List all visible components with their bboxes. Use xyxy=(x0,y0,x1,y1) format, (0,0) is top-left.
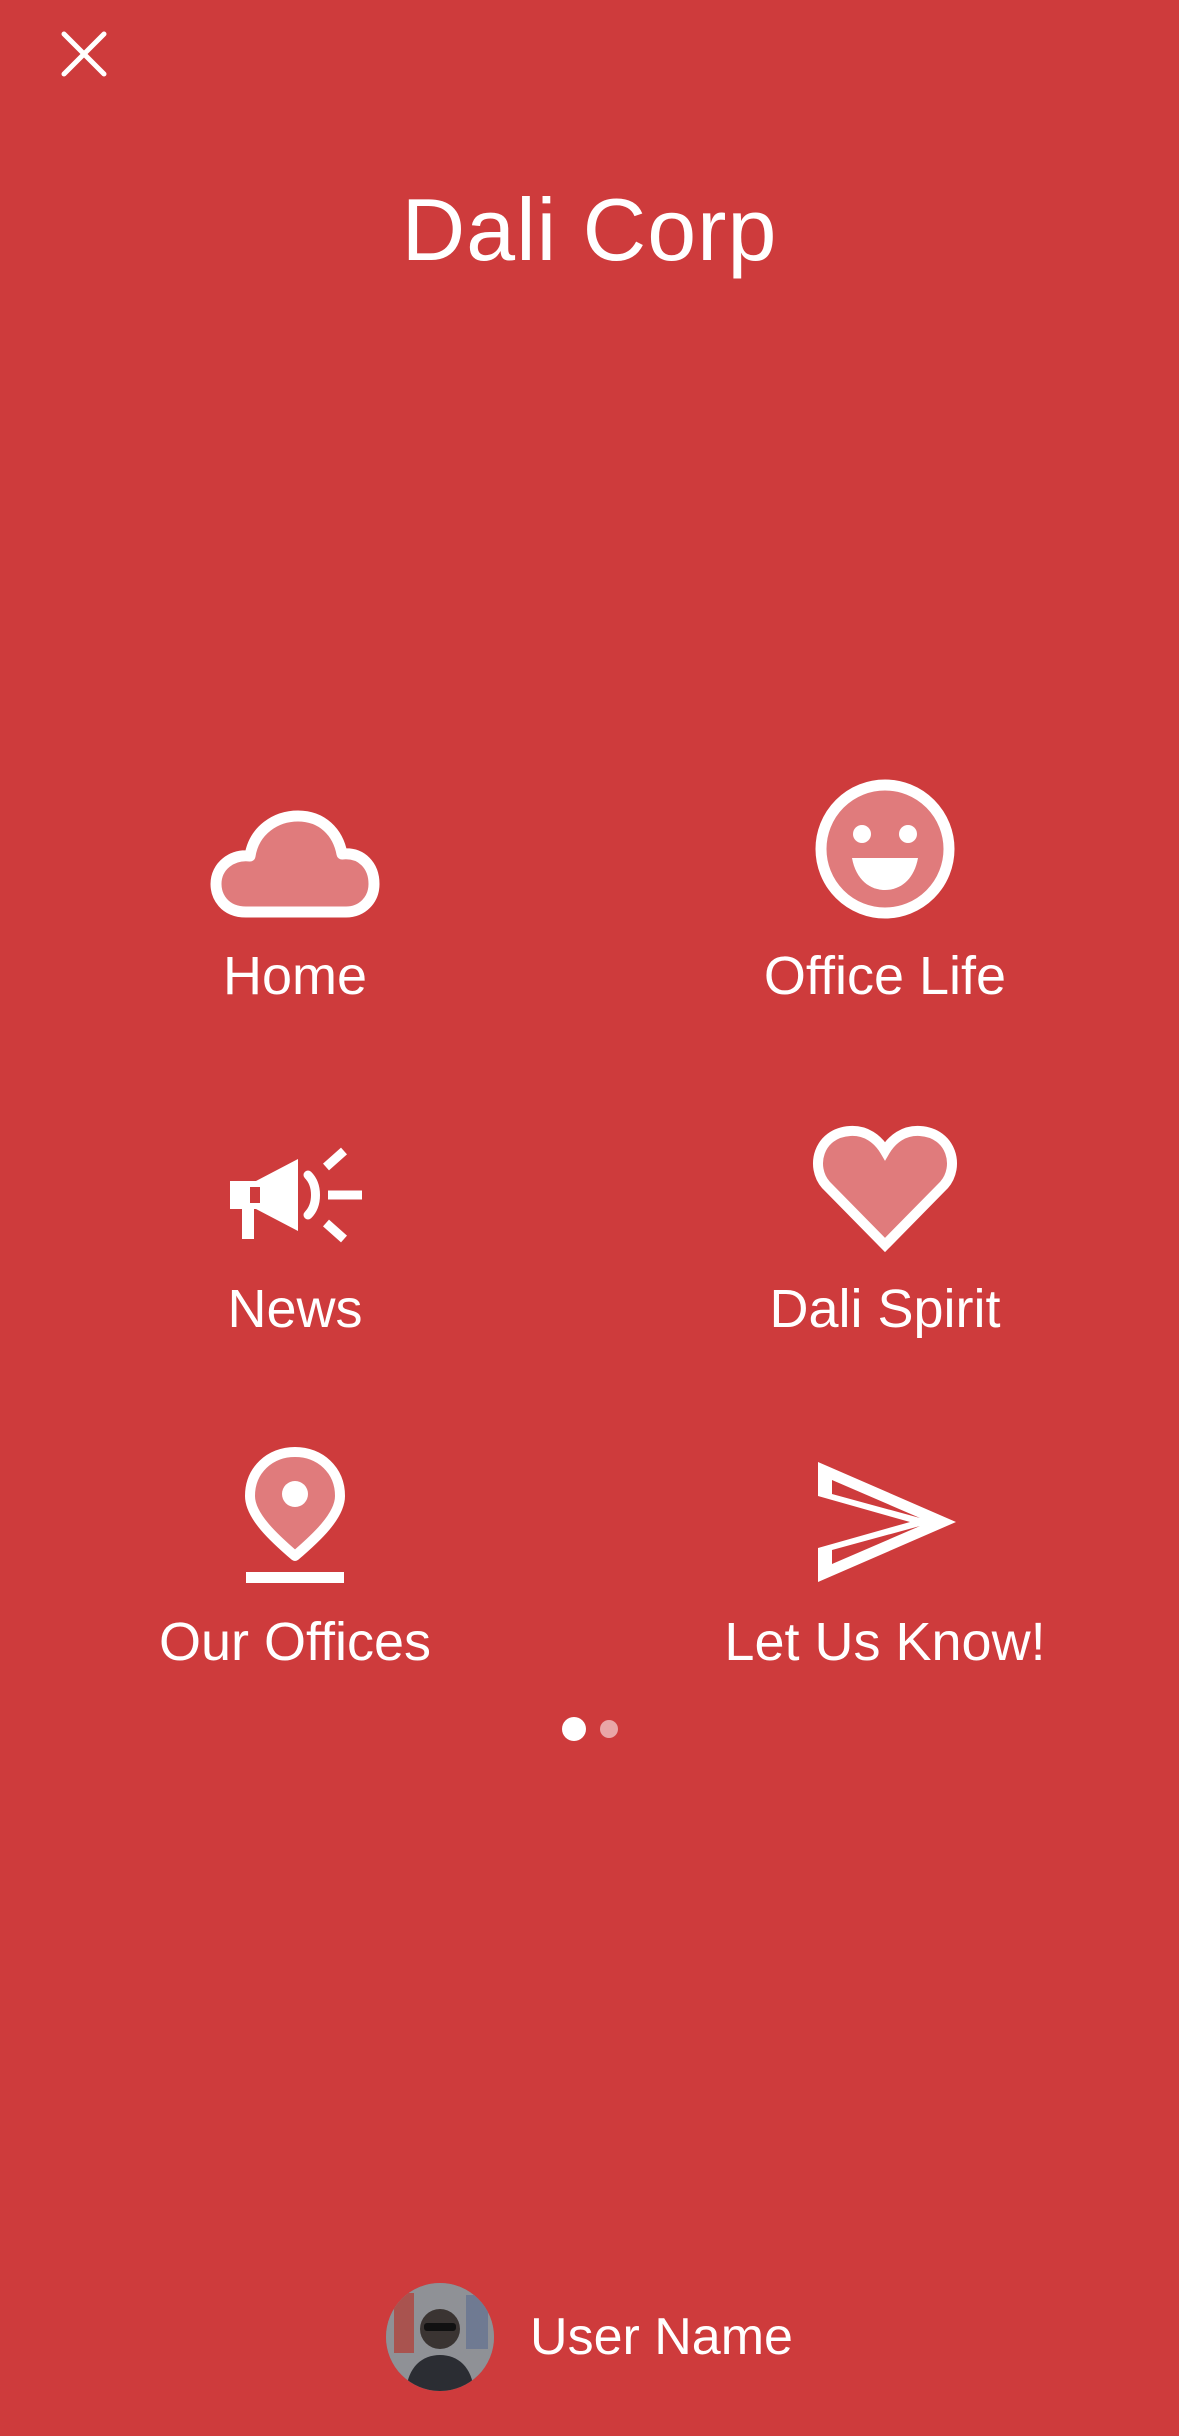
menu-item-label: News xyxy=(227,1279,363,1339)
menu-item-label: Office Life xyxy=(763,946,1007,1006)
page-dot-1[interactable] xyxy=(561,1717,586,1741)
paper-plane-icon xyxy=(818,1462,956,1582)
page-dot-2[interactable] xyxy=(599,1720,618,1738)
megaphone-icon xyxy=(230,1147,362,1243)
menu-item-let-us-know[interactable]: Let Us Know! xyxy=(625,1426,1145,1726)
close-icon xyxy=(61,31,107,77)
menu-item-home[interactable]: Home xyxy=(35,760,555,1060)
menu-item-label: Dali Spirit xyxy=(769,1279,1001,1339)
menu-item-our-offices[interactable]: Our Offices xyxy=(35,1426,555,1726)
smiley-icon xyxy=(815,779,955,919)
page-indicator xyxy=(0,1717,1179,1741)
app-title: Dali Corp xyxy=(401,180,778,279)
menu-screen: Dali Corp Home Office Life News Dali Spi… xyxy=(0,0,1179,2436)
menu-item-label: Let Us Know! xyxy=(724,1612,1046,1672)
heart-icon xyxy=(813,1125,957,1253)
user-avatar[interactable] xyxy=(386,2283,495,2391)
menu-item-label: Home xyxy=(222,946,368,1006)
map-pin-icon xyxy=(245,1447,345,1583)
close-button[interactable] xyxy=(48,18,120,90)
menu-item-dali-spirit[interactable]: Dali Spirit xyxy=(625,1093,1145,1393)
menu-item-office-life[interactable]: Office Life xyxy=(625,760,1145,1060)
menu-item-news[interactable]: News xyxy=(35,1093,555,1393)
menu-grid: Home Office Life News Dali Spirit Our Of… xyxy=(0,760,1179,1710)
user-name: User Name xyxy=(530,2308,793,2366)
user-profile[interactable]: User Name xyxy=(0,2282,1179,2392)
menu-item-label: Our Offices xyxy=(158,1612,432,1672)
cloud-icon xyxy=(210,810,380,918)
